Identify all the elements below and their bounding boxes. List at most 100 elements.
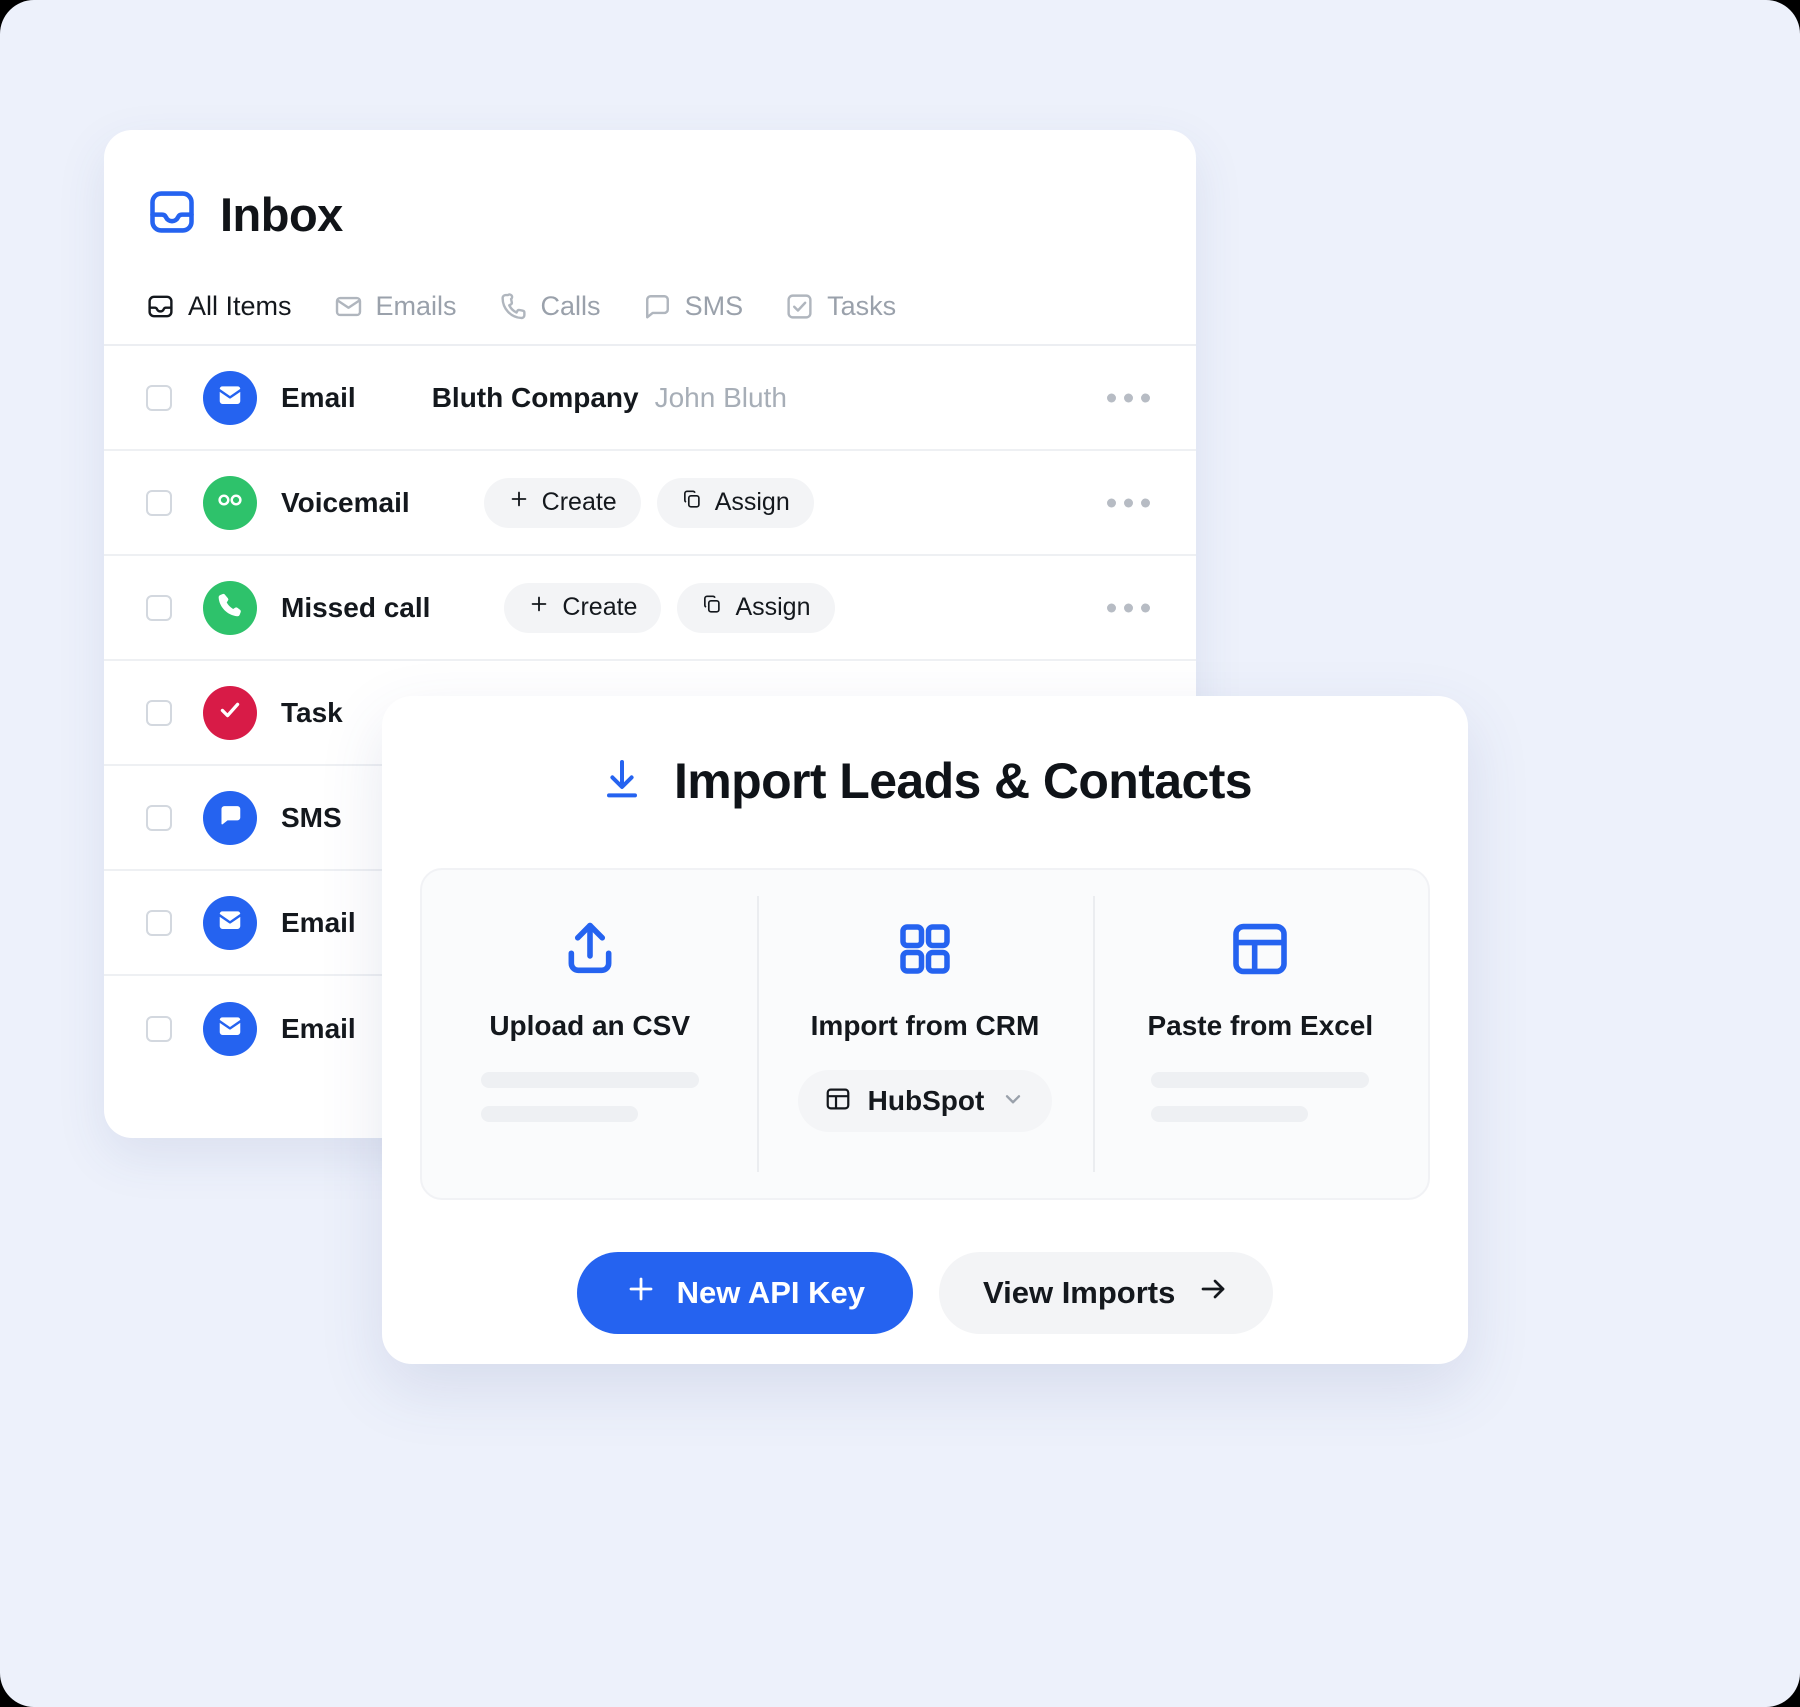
table-row[interactable]: Voicemail Create Assign [104, 451, 1196, 556]
chat-bubble-icon [643, 292, 672, 321]
row-checkbox[interactable] [146, 909, 172, 936]
tab-emails[interactable]: Emails [334, 291, 457, 322]
tab-sms[interactable]: SMS [643, 291, 744, 322]
import-option-crm[interactable]: Import from CRM HubSpot [757, 870, 1092, 1198]
copy-icon [681, 488, 703, 517]
app-background: Inbox All Items Emails Calls SMS Tasks E… [0, 0, 1800, 1707]
option-label: Paste from Excel [1147, 1010, 1374, 1041]
option-label: Import from CRM [810, 1010, 1040, 1041]
arrow-right-icon [1197, 1273, 1229, 1313]
row-type-label: SMS [281, 801, 342, 833]
chip-label: Create [541, 488, 617, 516]
assign-button[interactable]: Assign [656, 477, 814, 528]
import-title: Import Leads & Contacts [674, 753, 1253, 809]
table-icon [1228, 914, 1292, 984]
plus-icon [625, 1273, 657, 1313]
crm-select-value: HubSpot [867, 1085, 985, 1116]
row-checkbox[interactable] [146, 804, 172, 831]
chip-label: Assign [735, 593, 811, 621]
phone-icon [499, 292, 528, 321]
create-button[interactable]: Create [504, 582, 662, 633]
envelope-icon [216, 1012, 244, 1045]
new-api-key-button[interactable]: New API Key [576, 1252, 913, 1334]
row-overflow-menu[interactable] [1107, 498, 1150, 507]
tab-tasks[interactable]: Tasks [785, 291, 896, 322]
chat-bubble-icon [216, 801, 244, 834]
skeleton-line [480, 1106, 638, 1122]
avatar [203, 685, 257, 740]
row-checkbox[interactable] [146, 1015, 172, 1042]
view-imports-button[interactable]: View Imports [939, 1252, 1274, 1334]
download-icon [598, 755, 646, 808]
chip-label: Create [562, 593, 638, 621]
inbox-header: Inbox [104, 130, 1196, 243]
tab-all-items[interactable]: All Items [146, 291, 292, 322]
skeleton-line [480, 1072, 699, 1088]
import-card: Import Leads & Contacts Upload an CSV Im… [382, 696, 1468, 1364]
envelope-icon [216, 906, 244, 939]
import-actions: New API Key View Imports [420, 1252, 1430, 1334]
avatar [203, 580, 257, 635]
tab-label: Emails [375, 291, 457, 321]
placeholder-lines [1151, 1072, 1370, 1122]
row-checkbox[interactable] [146, 489, 172, 516]
row-company: Bluth Company [431, 381, 639, 413]
upload-icon [558, 914, 622, 984]
table-row[interactable]: Missed call Create Assign [104, 556, 1196, 661]
inbox-icon [146, 186, 198, 243]
button-label: New API Key [676, 1275, 865, 1310]
table-row[interactable]: Email Bluth Company John Bluth [104, 346, 1196, 451]
table-icon [824, 1085, 852, 1118]
row-meta: Bluth Company John Bluth [432, 382, 787, 414]
create-button[interactable]: Create [483, 477, 641, 528]
crm-select[interactable]: HubSpot [797, 1070, 1053, 1132]
placeholder-lines [480, 1072, 699, 1122]
row-checkbox[interactable] [146, 384, 172, 411]
avatar [203, 1001, 257, 1056]
import-header: Import Leads & Contacts [420, 752, 1430, 810]
envelope-icon [216, 381, 244, 414]
avatar [203, 475, 257, 530]
row-type-label: Email [281, 381, 356, 413]
row-overflow-menu[interactable] [1107, 603, 1150, 612]
skeleton-line [1151, 1106, 1309, 1122]
row-contact: John Bluth [654, 381, 787, 413]
tab-label: Calls [540, 291, 601, 321]
chip-label: Assign [714, 488, 790, 516]
row-actions: Create Assign [483, 477, 814, 528]
tab-label: All Items [188, 291, 292, 321]
assign-button[interactable]: Assign [677, 582, 835, 633]
page-title: Inbox [220, 188, 343, 241]
import-option-upload-csv[interactable]: Upload an CSV [422, 870, 757, 1198]
envelope-icon [334, 292, 363, 321]
plus-icon [528, 593, 550, 622]
option-label: Upload an CSV [489, 1010, 691, 1041]
row-type-label: Voicemail [281, 486, 410, 518]
check-icon [216, 696, 244, 729]
voicemail-icon [216, 486, 244, 519]
row-checkbox[interactable] [146, 699, 172, 726]
row-type-label: Task [281, 696, 343, 728]
tab-label: SMS [684, 291, 744, 321]
skeleton-line [1151, 1072, 1370, 1088]
grid-icon [895, 914, 955, 984]
check-square-icon [785, 292, 814, 321]
tab-calls[interactable]: Calls [499, 291, 601, 322]
avatar [203, 895, 257, 950]
row-overflow-menu[interactable] [1107, 393, 1150, 402]
tab-label: Tasks [827, 291, 897, 321]
avatar [203, 790, 257, 845]
import-options: Upload an CSV Import from CRM HubSpot Pa… [420, 868, 1430, 1200]
inbox-tabs: All Items Emails Calls SMS Tasks [104, 243, 1196, 346]
phone-icon [216, 591, 244, 624]
row-checkbox[interactable] [146, 594, 172, 621]
row-actions: Create Assign [504, 582, 835, 633]
button-label: View Imports [983, 1275, 1176, 1310]
import-option-paste-excel[interactable]: Paste from Excel [1092, 870, 1428, 1198]
plus-icon [508, 488, 530, 517]
chevron-down-icon [1000, 1086, 1026, 1117]
row-type-label: Missed call [281, 591, 431, 623]
row-type-label: Email [281, 906, 356, 938]
avatar [203, 370, 257, 425]
copy-icon [701, 593, 723, 622]
